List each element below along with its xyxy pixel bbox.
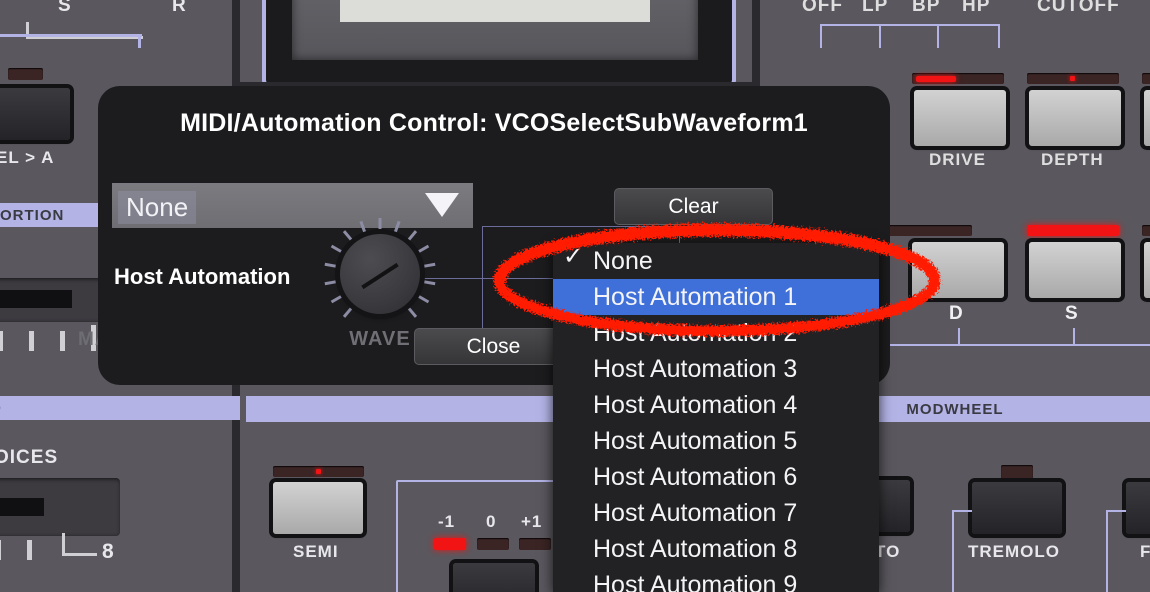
adsr-connector-stem-d: [958, 328, 960, 346]
led-depth: [1027, 73, 1119, 84]
led-pitch-plus1: [519, 538, 551, 550]
led-adsr-s: [1027, 225, 1119, 236]
modwheel-arm-left: [952, 510, 972, 512]
button-adsr-next[interactable]: [1144, 242, 1150, 298]
menu-item-host-automation-2[interactable]: Host Automation 2: [553, 315, 879, 351]
button-drive[interactable]: [914, 90, 1006, 146]
wave-knob[interactable]: [340, 234, 420, 314]
modwheel-stem-right: [1106, 510, 1108, 592]
slot-strip-left: [0, 290, 72, 308]
voices-tick: [0, 540, 1, 560]
drive-label: DRIVE: [929, 150, 986, 169]
pitch-option-plus1[interactable]: +1: [521, 512, 542, 532]
menu-item-host-automation-1[interactable]: Host Automation 1: [553, 279, 879, 315]
filter-mode-lp[interactable]: LP: [862, 0, 888, 17]
tremolo-label: TREMOLO: [968, 542, 1060, 561]
host-automation-label: Host Automation: [114, 264, 291, 289]
adsr-d-label: D: [949, 303, 964, 324]
wave-knob-group[interactable]: WAVE: [322, 216, 438, 350]
led-adsr-prev: [880, 225, 972, 236]
button-extra-top[interactable]: [1144, 90, 1150, 146]
right-extra-label: F: [1140, 542, 1150, 561]
filter-mode-off[interactable]: OFF: [802, 0, 843, 17]
filter-mode-hp[interactable]: HP: [962, 0, 990, 17]
menu-item-label: Host Automation 3: [593, 354, 798, 383]
adsr-connector-stem-s: [1073, 328, 1075, 346]
button-tremolo[interactable]: [972, 482, 1062, 534]
check-mark-icon: ✓: [563, 243, 584, 270]
synth-plugin-window: S R EL > A ORTION MAX D OICES 8 WAVEFORM…: [0, 0, 1150, 592]
scale-tick: [0, 331, 3, 351]
chevron-down-icon: [425, 193, 459, 217]
led-semi: [273, 466, 364, 477]
menu-item-label: Host Automation 6: [593, 462, 798, 491]
button-semi[interactable]: [273, 482, 363, 534]
menu-item-host-automation-9[interactable]: Host Automation 9: [553, 567, 879, 592]
close-button[interactable]: Close: [414, 328, 573, 365]
env-label-r: R: [172, 0, 187, 16]
combobox-value: None: [118, 191, 197, 224]
led-pitch-minus1: [434, 538, 466, 550]
scale-tick: [29, 331, 34, 351]
led-extra-top: [1142, 73, 1150, 84]
depth-label: DEPTH: [1041, 150, 1104, 169]
menu-item-label: Host Automation 8: [593, 534, 798, 563]
env-bracket-base: [0, 34, 142, 37]
menu-item-label: Host Automation 5: [593, 426, 798, 455]
voices-tick: [27, 540, 32, 560]
button-right-extra[interactable]: [1126, 482, 1150, 534]
menu-item-label: Host Automation 4: [593, 390, 798, 419]
slot-strip-voices: [0, 498, 44, 516]
menu-item-host-automation-3[interactable]: Host Automation 3: [553, 351, 879, 387]
modwheel-stem-left: [952, 510, 954, 592]
clear-button[interactable]: Clear: [614, 188, 773, 225]
knob-pointer: [361, 262, 399, 290]
bottom-left-header: D: [0, 396, 240, 420]
adsr-s-label: S: [1065, 303, 1079, 324]
led-pitch-0: [477, 538, 509, 550]
led-drive: [912, 73, 1004, 84]
pitch-option-0[interactable]: 0: [486, 512, 496, 532]
button-adsr-d[interactable]: [912, 242, 1004, 298]
dialog-title: MIDI/Automation Control: VCOSelectSubWav…: [180, 109, 808, 137]
led-adsr-next: [1142, 225, 1150, 236]
led-tremolo: [1001, 465, 1033, 479]
menu-item-host-automation-7[interactable]: Host Automation 7: [553, 495, 879, 531]
modwheel-arm-right: [1106, 510, 1126, 512]
menu-item-none[interactable]: ✓ None: [553, 243, 879, 279]
menu-item-label: Host Automation 9: [593, 570, 798, 592]
menu-item-label: Host Automation 1: [593, 282, 798, 311]
menu-item-host-automation-5[interactable]: Host Automation 5: [553, 423, 879, 459]
menu-item-label: Host Automation 2: [593, 318, 798, 347]
voices-bracket: [62, 533, 97, 556]
voices-value: 8: [102, 540, 114, 563]
cutoff-label: CUTOFF: [1037, 0, 1120, 16]
automation-source-dropdown-list[interactable]: ✓ None Host Automation 1 Host Automation…: [553, 243, 879, 592]
voices-label: OICES: [0, 447, 59, 468]
env-label-s: S: [58, 0, 72, 16]
scale-tick: [60, 331, 65, 351]
pitch-option-minus1[interactable]: -1: [438, 512, 455, 532]
menu-item-label: Host Automation 7: [593, 498, 798, 527]
button-pitch-display[interactable]: [453, 563, 535, 592]
led-vel: [8, 68, 43, 80]
semi-label: SEMI: [293, 542, 339, 561]
menu-item-label: None: [593, 246, 653, 275]
adsr-connector-line: [880, 344, 1150, 346]
lcd-screen: [340, 0, 650, 22]
button-adsr-s[interactable]: [1029, 242, 1121, 298]
menu-item-host-automation-6[interactable]: Host Automation 6: [553, 459, 879, 495]
button-depth[interactable]: [1029, 90, 1121, 146]
button-vel[interactable]: [0, 88, 70, 140]
filter-mode-bp[interactable]: BP: [912, 0, 940, 17]
menu-item-host-automation-8[interactable]: Host Automation 8: [553, 531, 879, 567]
vel-label: EL > A: [0, 148, 55, 167]
menu-item-host-automation-4[interactable]: Host Automation 4: [553, 387, 879, 423]
